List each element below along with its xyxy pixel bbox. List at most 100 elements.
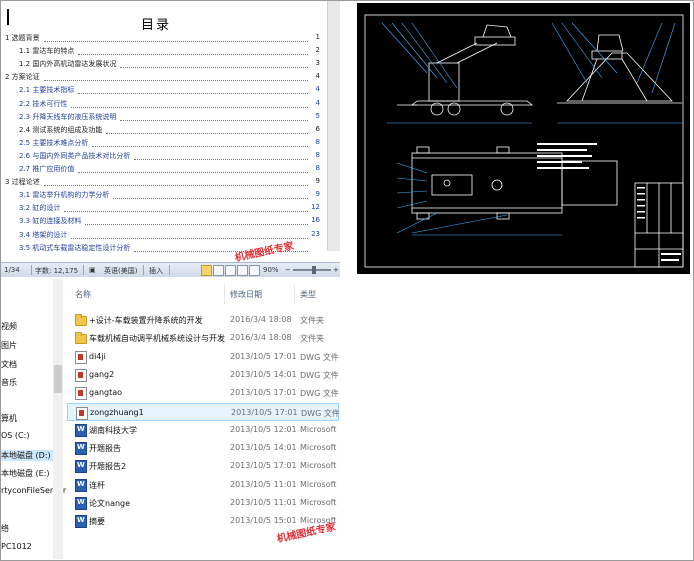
toc-leader-dots xyxy=(78,172,308,173)
file-date: 2013/10/5 17:01 xyxy=(230,461,297,471)
zoom-in-button[interactable]: + xyxy=(333,266,339,274)
navigation-scroll-thumb[interactable] xyxy=(54,365,62,393)
file-date: 2016/3/4 18:08 xyxy=(230,315,292,324)
file-row[interactable]: 湖南科技大学 2013/10/5 12:01Microsoft W xyxy=(67,421,339,439)
nav-item[interactable]: 本地磁盘 (D:) xyxy=(1,450,53,461)
column-header-name[interactable]: 名称 xyxy=(75,289,91,300)
file-row[interactable]: 开题报告 2013/10/5 14:01Microsoft W xyxy=(67,439,339,457)
toc-entry[interactable]: 2 方案论证 4 xyxy=(1,72,326,85)
toc-entry[interactable]: 3.1 雷达举升机构的力学分析 9 xyxy=(1,190,326,203)
zoom-out-button[interactable]: − xyxy=(285,266,291,274)
word-doc-icon xyxy=(75,460,87,474)
toc-entry-text: 3.1 雷达举升机构的力学分析 xyxy=(19,190,112,201)
toc-entry[interactable]: 2.1 主要技术指标 4 xyxy=(1,85,326,98)
nav-item[interactable]: PC1012 xyxy=(1,542,32,551)
toc-entry[interactable]: 2.4 测试系统的组成及功能 6 xyxy=(1,124,326,138)
dwg-file-icon xyxy=(75,350,87,364)
toc-entry[interactable]: 1 选题背景 1 xyxy=(1,33,326,46)
nav-item[interactable]: 文档 xyxy=(1,359,17,370)
file-row[interactable]: 开题报告2 2013/10/5 17:01Microsoft W xyxy=(67,457,339,475)
file-row[interactable]: +设计-车载装置升降系统的开发 2016/3/4 18:08 文件夹 xyxy=(67,311,339,329)
file-date: 2013/10/5 17:01 xyxy=(230,388,297,398)
toc-entry[interactable]: 2.7 推广应用价值 8 xyxy=(1,164,326,177)
word-status-bar: 1/34 字数: 12,175 ▣ 英语(美国) 插入 90% − + xyxy=(1,262,340,277)
full-screen-view-icon[interactable] xyxy=(213,265,224,276)
file-row[interactable]: gangtao 2013/10/5 17:01 DWG 文件 xyxy=(67,384,339,402)
file-date: 2013/10/5 11:01 xyxy=(230,498,297,507)
nav-item[interactable]: 算机 xyxy=(1,413,17,424)
toc-entry[interactable]: 1.2 国内外高机动雷达发展状况 3 xyxy=(1,59,326,72)
toc-page-number: 3 xyxy=(315,59,320,68)
toc-page-number: 4 xyxy=(315,72,320,81)
print-layout-view-icon[interactable] xyxy=(201,265,212,276)
file-date: 2013/10/5 11:01 xyxy=(230,479,297,489)
toc-page-number: 4 xyxy=(315,98,320,107)
file-date: 2013/10/5 14:01 xyxy=(230,369,297,379)
language-indicator[interactable]: 英语(美国) xyxy=(104,266,137,276)
zoom-level[interactable]: 90% xyxy=(263,266,279,274)
toc-entry-text: 2.3 升降天线车的液压系统说明 xyxy=(19,111,119,122)
file-row[interactable]: 论文nange 2013/10/5 11:01Microsoft W xyxy=(67,494,339,512)
column-divider[interactable] xyxy=(294,284,295,304)
dwg-file-icon xyxy=(75,368,87,382)
toc-leader-dots xyxy=(78,54,308,56)
toc-leader-dots xyxy=(120,119,308,121)
navigation-scrollbar[interactable] xyxy=(53,279,63,559)
file-date: 2013/10/5 17:01 xyxy=(231,407,298,417)
toc-page-number: 16 xyxy=(311,216,320,225)
word-doc-icon xyxy=(75,442,87,456)
proofing-icon[interactable]: ▣ xyxy=(89,266,96,274)
toc-entry-text: 2.2 技术可行性 xyxy=(19,98,70,109)
web-layout-view-icon[interactable] xyxy=(225,265,236,276)
toc-page-number: 1 xyxy=(315,33,320,41)
toc-entry[interactable]: 3 过程论述 9 xyxy=(1,177,326,190)
cad-drawing-pane xyxy=(355,1,692,278)
toc-entry[interactable]: 2.6 与国内外同类产品技术对比分析 8 xyxy=(1,150,326,164)
file-type: Microsoft W xyxy=(300,424,339,434)
nav-item[interactable]: 图片 xyxy=(1,340,17,351)
nav-item[interactable]: OS (C:) xyxy=(1,431,29,440)
toc-page-number: 6 xyxy=(315,124,320,133)
outline-view-icon[interactable] xyxy=(237,265,248,276)
column-divider[interactable] xyxy=(224,284,225,304)
file-row[interactable]: zongzhuang1 2013/10/5 17:01 DWG 文件 xyxy=(67,402,339,421)
word-document-pane[interactable]: 目录 1 选题背景 1 1.1 雷达车的特点 2 1.2 国内外高机动雷达发展状况 3 2 … xyxy=(1,1,340,262)
toc-leader-dots xyxy=(44,80,308,82)
file-row[interactable]: di4ji 2013/10/5 17:01 DWG 文件 xyxy=(67,348,339,366)
file-name: 连杆 xyxy=(89,480,105,490)
cad-drawing-sheet xyxy=(357,3,690,274)
text-cursor xyxy=(7,9,9,25)
zoom-slider-handle[interactable] xyxy=(312,266,316,274)
file-name: 开题报告 xyxy=(89,444,121,454)
toc-leader-dots xyxy=(134,158,308,160)
document-scrollbar[interactable] xyxy=(327,1,340,251)
toc-entry[interactable]: 1.1 雷达车的特点 2 xyxy=(1,46,326,59)
toc-entry-text: 2 方案论证 xyxy=(5,72,42,83)
nav-item[interactable]: 视频 xyxy=(1,321,17,332)
file-date: 2013/10/5 17:01 xyxy=(230,351,297,361)
file-type: DWG 文件 xyxy=(300,352,339,362)
word-count[interactable]: 字数: 12,175 xyxy=(35,266,78,276)
nav-item[interactable]: 络 xyxy=(1,523,9,534)
file-row[interactable]: gang2 2013/10/5 14:01 DWG 文件 xyxy=(67,366,339,384)
nav-item[interactable]: 音乐 xyxy=(1,377,17,388)
toc-entry[interactable]: 2.3 升降天线车的液压系统说明 5 xyxy=(1,111,326,125)
toc-leader-dots xyxy=(64,211,308,213)
draft-view-icon[interactable] xyxy=(249,265,260,276)
nav-item[interactable]: 本地磁盘 (E:) xyxy=(1,468,50,479)
column-header-date[interactable]: 修改日期 xyxy=(230,289,262,300)
page-indicator[interactable]: 1/34 xyxy=(4,266,20,274)
toc-leader-dots xyxy=(92,145,308,147)
file-row[interactable]: 连杆 2013/10/5 11:01Microsoft W xyxy=(67,476,339,494)
toc-entry[interactable]: 2.5 主要技术难点分析 8 xyxy=(1,137,326,151)
file-row[interactable]: 车载机械自动调平机械系统设计与开发 2016/3/4 18:08 文件夹 xyxy=(67,329,339,347)
toc-entry-text: 3.4 塔架的设计 xyxy=(19,229,70,240)
toc-page-number: 9 xyxy=(315,190,320,199)
toc-page-number: 8 xyxy=(315,150,320,159)
toc-entry[interactable]: 3.3 缸的连接及材料 16 xyxy=(1,216,326,229)
toc-leader-dots xyxy=(120,67,308,69)
insert-mode-indicator[interactable]: 插入 xyxy=(149,266,163,276)
toc-entry[interactable]: 3.2 缸的设计 12 xyxy=(1,203,326,216)
toc-entry[interactable]: 2.2 技术可行性 4 xyxy=(1,98,326,112)
column-header-type[interactable]: 类型 xyxy=(300,289,316,300)
